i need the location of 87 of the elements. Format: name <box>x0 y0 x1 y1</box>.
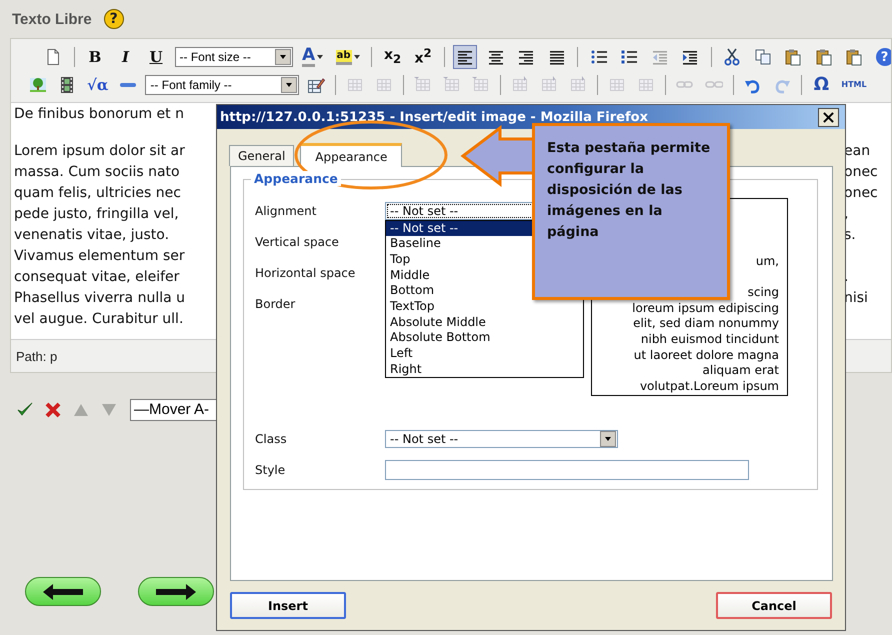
outdent-icon <box>650 48 669 66</box>
preview-text: ut laoreet dolore magna <box>632 348 779 364</box>
clipboard-icon <box>784 48 802 66</box>
field-label: Alignment <box>255 204 318 218</box>
tab[interactable]: General <box>229 145 294 166</box>
scissors-icon <box>723 48 742 66</box>
editor-text: Lorem ipsum dolor sit ar <box>14 142 185 161</box>
preview-text: scing <box>746 285 779 301</box>
table-icon <box>637 76 656 94</box>
preview-text: volutpat.Loreum ipsum <box>638 378 779 394</box>
dropdown[interactable]: -- Not set -- <box>385 430 618 448</box>
editor-text: massa. Cum sociis nato <box>14 163 180 182</box>
field-label: Horizontal space <box>255 266 356 280</box>
right-arrow-icon <box>156 584 196 600</box>
field-label: Style <box>255 462 286 476</box>
fieldset-legend: Appearance <box>251 171 341 186</box>
column-insert-icon <box>540 76 558 94</box>
subscript-button[interactable]: x$_{2}$ <box>380 45 405 69</box>
math-button[interactable]: √α <box>84 73 112 97</box>
align-center-icon <box>486 48 505 66</box>
text-color-button[interactable]: A <box>299 45 326 69</box>
back-button[interactable] <box>25 577 101 606</box>
dropdown-option[interactable]: Absolute Middle <box>386 314 583 330</box>
highlighter-button[interactable]: ab <box>332 45 363 69</box>
align-left-button[interactable] <box>453 45 478 69</box>
column-insert-icon <box>569 76 588 94</box>
field-label: Border <box>255 296 296 310</box>
omega-button[interactable]: Ω <box>809 73 834 97</box>
align-right-icon <box>517 48 536 66</box>
field-label: Vertical space <box>255 234 340 248</box>
underline-button[interactable]: U <box>144 45 168 69</box>
table-insert-icon <box>443 76 462 94</box>
table-icon <box>346 76 364 94</box>
editor-text: venenatis vitae, justo. <box>14 226 170 245</box>
editor-text: quam felis, ultricies nec <box>14 184 181 203</box>
numbered-list-icon <box>620 48 638 66</box>
clipboard-icon <box>814 48 833 66</box>
superscript-button[interactable]: x$^{2}$ <box>411 45 436 69</box>
table-pencil-icon <box>307 76 326 94</box>
editor-text: Vivamus elementum ser <box>14 247 185 266</box>
preview-text: elit, sed diam nonummy <box>632 316 779 332</box>
dropdown-option[interactable]: Left <box>386 346 583 362</box>
preview-text: loreum ipsum edipiscing <box>631 300 779 316</box>
film-icon <box>58 76 76 94</box>
editor-text: De finibus bonorum et n <box>14 105 184 124</box>
indent-icon <box>681 48 700 66</box>
table-insert-icon <box>472 76 490 94</box>
field-label: Class <box>255 432 288 446</box>
html-button[interactable]: HTML <box>838 73 870 97</box>
cancel-button[interactable]: Cancel <box>716 592 832 619</box>
editor-text: consequat vitae, eleifer <box>14 268 180 287</box>
tab[interactable]: Appearance <box>300 143 402 167</box>
clipboard-icon <box>845 48 864 66</box>
justify-icon <box>548 48 566 66</box>
dropdown[interactable]: -- Font family -- <box>145 75 300 95</box>
dropdown-option[interactable]: Absolute Bottom <box>386 330 583 346</box>
section-title: Texto Libre <box>12 10 92 28</box>
editor-text: vel augue. Curabitur ull. <box>14 310 184 329</box>
bullet-list-icon <box>590 48 608 66</box>
input-field[interactable] <box>385 460 749 480</box>
insert-button[interactable]: Insert <box>230 592 346 619</box>
picture-icon <box>29 76 47 94</box>
table-icon <box>608 76 626 94</box>
editor-text: pede justo, fringilla vel, <box>14 205 179 224</box>
dropdown-option[interactable]: Right <box>386 362 583 378</box>
cross-icon <box>44 401 62 419</box>
align-left-icon <box>456 48 474 66</box>
table-insert-icon <box>414 76 432 94</box>
close-icon <box>823 112 834 122</box>
table-icon <box>375 76 394 94</box>
copy-icon <box>754 48 772 66</box>
preview-text: um, <box>754 254 779 270</box>
preview-text: aliquam erat <box>702 363 779 379</box>
window-title: http://127.0.0.1:51235 - Insert/edit image - Mozilla Firefox <box>220 110 648 124</box>
preview-text: nibh euismod tincidunt <box>640 332 779 348</box>
close-button[interactable] <box>818 108 839 126</box>
dropdown[interactable]: -- Font size -- <box>174 47 292 67</box>
bold-button[interactable]: B <box>83 45 107 69</box>
column-insert-icon <box>511 76 530 94</box>
editor-text: Phasellus viverra nulla u <box>14 289 185 308</box>
italic-button[interactable]: I <box>114 45 138 69</box>
help-button[interactable]: ? <box>104 9 124 29</box>
left-arrow-icon <box>43 584 83 600</box>
path-label: Path: p <box>16 348 58 364</box>
callout-tooltip: Esta pestaña permite configurar la disposición de las imágenes en la página <box>532 123 730 300</box>
forward-button[interactable] <box>138 577 214 606</box>
dropdown-option[interactable]: TextTop <box>386 298 583 315</box>
